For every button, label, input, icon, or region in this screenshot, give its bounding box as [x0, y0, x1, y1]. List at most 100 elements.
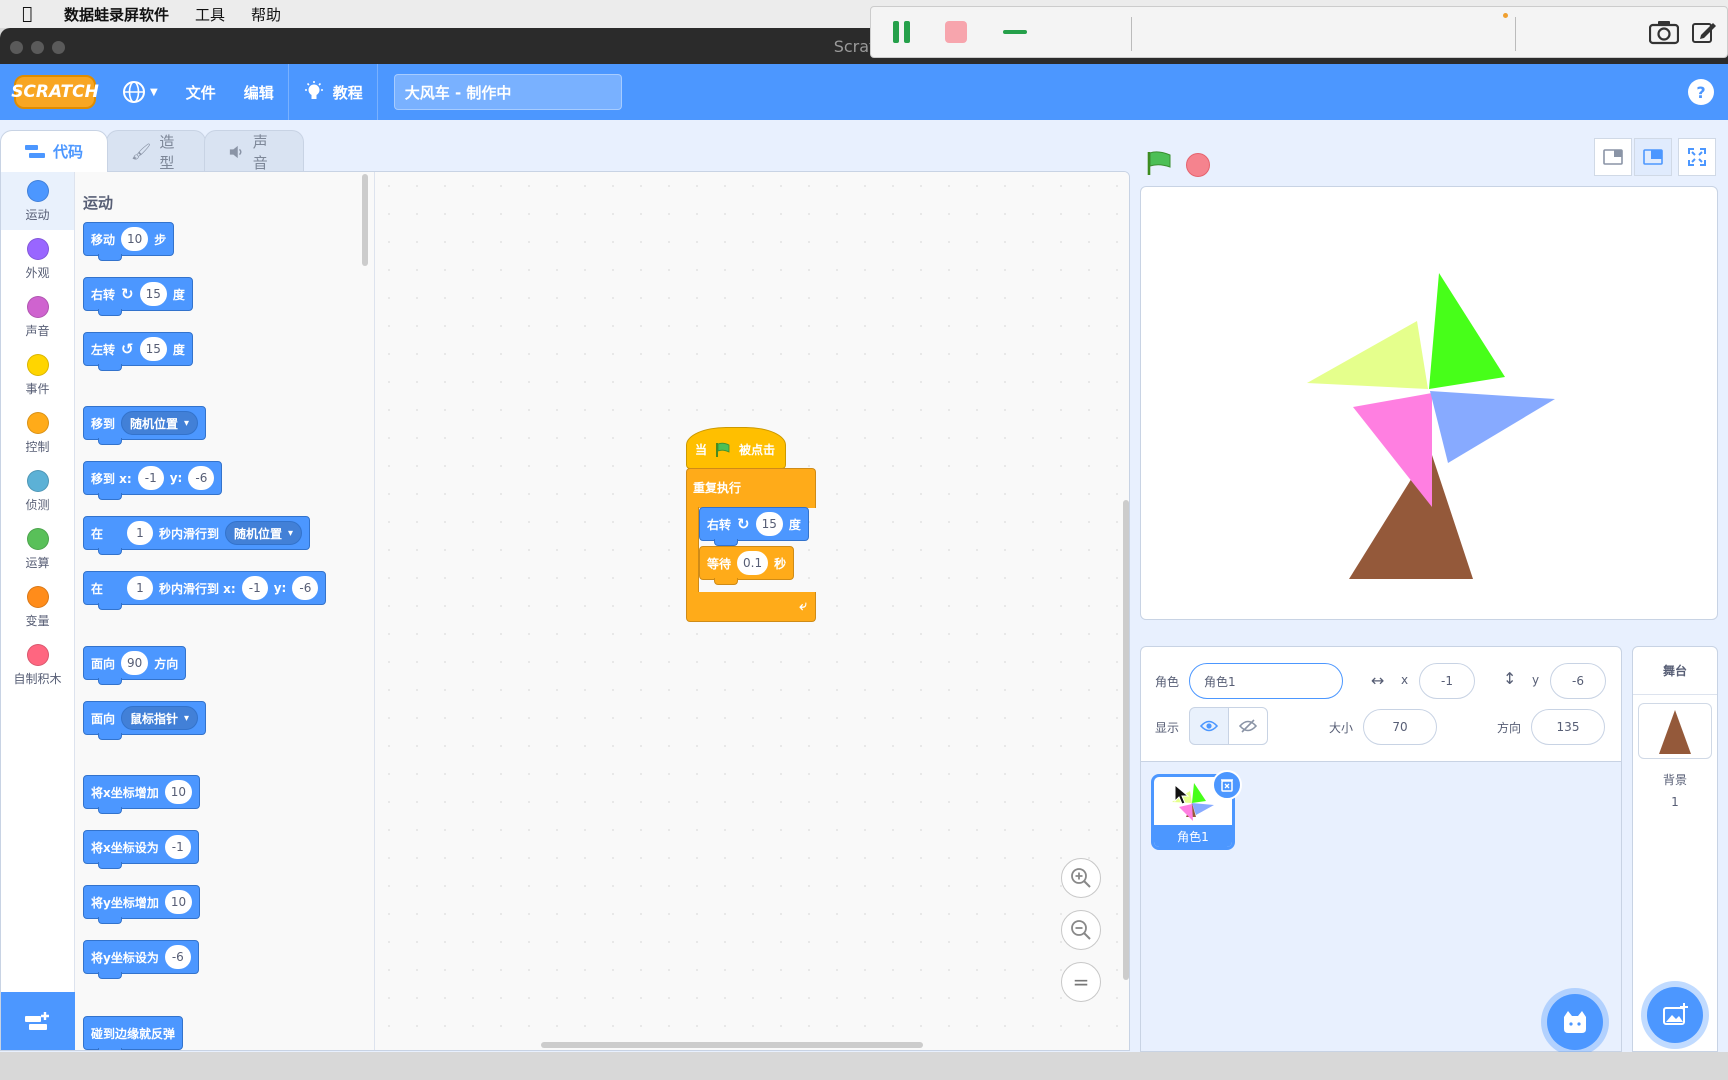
sprite-name-input[interactable]: 角色1: [1189, 663, 1343, 699]
category-motion[interactable]: 运动: [1, 172, 74, 230]
turn-right-block[interactable]: 右转 ↻ 15 度: [83, 277, 193, 316]
x-input[interactable]: -1: [164, 835, 191, 859]
dy-input[interactable]: 10: [164, 890, 193, 914]
degrees-input[interactable]: 15: [139, 337, 167, 361]
choose-backdrop-button[interactable]: [1647, 987, 1703, 1043]
move-steps-block[interactable]: 移动 10 步: [83, 222, 175, 261]
glide-xy-block[interactable]: 在 1 秒内滑行到 x: -1 y: -6: [83, 571, 327, 610]
direction-input[interactable]: 90: [121, 651, 149, 675]
stage-target-pane[interactable]: 舞台 背景 1: [1632, 646, 1718, 1052]
degrees-input[interactable]: 15: [755, 512, 783, 536]
tutorials-button[interactable]: 教程: [289, 64, 377, 120]
category-variables[interactable]: 变量: [1, 578, 74, 636]
main-area: 代码 🖌 造型 声音 运动 外观 声音 事件 控制 侦测 运算 变量 自制积木 …: [0, 120, 1728, 1052]
forever-block[interactable]: 重复执行: [686, 468, 816, 508]
point-towards-dropdown[interactable]: 鼠标指针: [121, 706, 199, 730]
set-y-block[interactable]: 将y坐标设为 -6: [83, 940, 199, 979]
help-button[interactable]: ?: [1688, 79, 1714, 105]
app-name-menu[interactable]: 数据蛙录屏软件: [64, 4, 169, 25]
size-input[interactable]: 70: [1363, 709, 1437, 745]
y-input[interactable]: -6: [292, 576, 319, 600]
show-sprite-button[interactable]: [1189, 707, 1229, 745]
category-sound[interactable]: 声音: [1, 288, 74, 346]
normal-stage-button[interactable]: [1634, 138, 1672, 176]
minimize-window-icon[interactable]: [31, 41, 44, 54]
zoom-in-icon: [1071, 868, 1091, 888]
add-extension-button[interactable]: [1, 992, 75, 1050]
tab-costumes[interactable]: 🖌 造型: [106, 130, 206, 172]
seconds-input[interactable]: 1: [127, 576, 153, 600]
seconds-input[interactable]: 1: [127, 521, 153, 545]
category-label: 外观: [25, 265, 50, 280]
category-looks[interactable]: 外观: [1, 230, 74, 288]
direction-input[interactable]: 135: [1531, 709, 1605, 745]
seconds-input[interactable]: 0.1: [737, 551, 769, 575]
stage-canvas[interactable]: [1140, 186, 1718, 620]
change-y-block[interactable]: 将y坐标增加 10: [83, 885, 201, 924]
file-menu[interactable]: 文件: [172, 64, 230, 120]
fullscreen-button[interactable]: [1678, 138, 1716, 176]
tab-sounds[interactable]: 声音: [204, 130, 304, 172]
choose-sprite-button[interactable]: [1547, 994, 1603, 1050]
palette-heading: 运动: [83, 194, 114, 212]
workspace-horizontal-scrollbar[interactable]: [541, 1042, 923, 1048]
stop-button[interactable]: [1186, 153, 1210, 177]
palette-scrollbar[interactable]: [362, 174, 368, 266]
when-flag-clicked-block[interactable]: 当 被点击: [686, 427, 786, 469]
scratch-logo[interactable]: SCRATCH: [11, 75, 99, 109]
apple-icon[interactable]: : [22, 4, 40, 24]
x-input[interactable]: -1: [241, 576, 268, 600]
wait-block[interactable]: 等待 0.1 秒: [699, 546, 795, 585]
close-window-icon[interactable]: [10, 41, 23, 54]
y-input[interactable]: -6: [164, 945, 191, 969]
glide-to-block[interactable]: 在 1 秒内滑行到 随机位置: [83, 516, 311, 555]
category-sensing[interactable]: 侦测: [1, 462, 74, 520]
turn-right-block[interactable]: 右转 ↻ 15 度: [699, 507, 809, 546]
goto-target-dropdown[interactable]: 随机位置: [121, 411, 199, 435]
block-text: 移动: [91, 232, 116, 247]
point-in-direction-block[interactable]: 面向 90 方向: [83, 646, 187, 685]
stop-record-button[interactable]: [945, 21, 967, 43]
category-events[interactable]: 事件: [1, 346, 74, 404]
help-menu[interactable]: 帮助: [251, 4, 281, 25]
zoom-in-button[interactable]: [1061, 858, 1101, 898]
x-position-input[interactable]: -1: [1419, 663, 1475, 699]
point-towards-block[interactable]: 面向 鼠标指针: [83, 701, 207, 740]
zoom-window-icon[interactable]: [52, 41, 65, 54]
language-button[interactable]: ▼: [108, 64, 172, 120]
glide-target-dropdown[interactable]: 随机位置: [225, 521, 303, 545]
minimize-record-button[interactable]: [1003, 30, 1027, 34]
delete-sprite-button[interactable]: [1212, 770, 1242, 800]
x-input[interactable]: -1: [137, 466, 164, 490]
bounce-on-edge-block[interactable]: 碰到边缘就反弹: [83, 1016, 184, 1050]
dx-input[interactable]: 10: [164, 780, 193, 804]
script-workspace[interactable]: 当 被点击 重复执行 ⤶ 右转 ↻ 15 度 等待 0.1 秒 =: [375, 172, 1129, 1050]
turn-left-block[interactable]: 左转 ↺ 15 度: [83, 332, 193, 371]
camera-icon[interactable]: [1649, 19, 1679, 45]
green-flag-button[interactable]: [1146, 150, 1172, 176]
category-control[interactable]: 控制: [1, 404, 74, 462]
project-title-input[interactable]: 大风车 - 制作中: [393, 74, 622, 110]
tools-menu[interactable]: 工具: [195, 4, 225, 25]
category-my-blocks[interactable]: 自制积木: [1, 636, 74, 694]
degrees-input[interactable]: 15: [139, 282, 167, 306]
annotate-icon[interactable]: [1691, 19, 1717, 45]
zoom-reset-button[interactable]: =: [1061, 962, 1101, 1002]
small-stage-button[interactable]: [1594, 138, 1632, 176]
pause-record-button[interactable]: [893, 21, 913, 43]
goto-xy-block[interactable]: 移到 x: -1 y: -6: [83, 461, 223, 500]
goto-block[interactable]: 移到 随机位置: [83, 406, 207, 445]
y-position-input[interactable]: -6: [1550, 663, 1606, 699]
change-x-block[interactable]: 将x坐标增加 10: [83, 775, 201, 814]
category-operators[interactable]: 运算: [1, 520, 74, 578]
set-x-block[interactable]: 将x坐标设为 -1: [83, 830, 199, 869]
workspace-vertical-scrollbar[interactable]: [1123, 500, 1129, 980]
edit-menu[interactable]: 编辑: [230, 64, 288, 120]
y-input[interactable]: -6: [188, 466, 215, 490]
stage-thumbnail[interactable]: [1638, 703, 1712, 759]
hide-sprite-button[interactable]: [1228, 707, 1268, 745]
category-label: 运动: [25, 207, 50, 222]
steps-input[interactable]: 10: [121, 227, 149, 251]
tab-code[interactable]: 代码: [0, 130, 108, 172]
zoom-out-button[interactable]: [1061, 910, 1101, 950]
